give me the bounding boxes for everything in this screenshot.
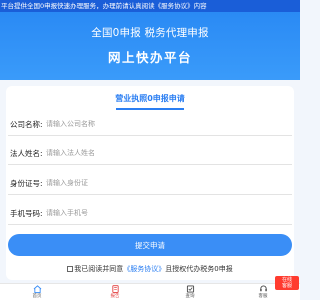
agree-suffix: 且授权代办税务0申报 <box>165 265 233 273</box>
application-form-card: 营业执照0申报申请 公司名称: 法人姓名: 身份证号: 手机号码: 提交申请 我… <box>6 86 294 280</box>
tab-query-label: 查询 <box>185 293 195 299</box>
agree-checkbox[interactable] <box>67 265 74 272</box>
agreement-line: 我已阅读并同意《服务协议》且授权代办税务0申报 <box>6 264 294 274</box>
tab-query[interactable]: 查询 <box>170 285 210 299</box>
id-number-label: 身份证号: <box>10 179 43 188</box>
query-icon <box>186 285 194 293</box>
agree-prefix: 我已阅读并同意 <box>74 265 124 273</box>
service-agreement-link[interactable]: 《服务协议》 <box>123 265 165 273</box>
phone-row: 手机号码: <box>8 201 292 225</box>
report-icon <box>111 285 119 293</box>
tab-customer-service-label: 客服 <box>258 293 268 299</box>
legal-person-row: 法人姓名: <box>8 141 292 165</box>
submit-button[interactable]: 提交申请 <box>8 234 292 256</box>
phone-label: 手机号码: <box>10 209 43 218</box>
form-title: 营业执照0申报申请 <box>115 94 185 103</box>
tab-home[interactable]: 首页 <box>17 285 57 299</box>
home-icon <box>33 285 41 293</box>
notice-marquee: 平台提供全国0申报快速办理服务，办理前请认真阅读《服务协议》内容 <box>0 0 300 12</box>
company-name-label: 公司名称: <box>10 120 43 129</box>
id-number-input[interactable] <box>46 174 246 192</box>
legal-person-input[interactable] <box>46 144 246 162</box>
badge-line2: 客服 <box>281 283 292 289</box>
tab-home-label: 首页 <box>32 293 42 299</box>
company-name-input[interactable] <box>46 115 246 133</box>
phone-input[interactable] <box>46 204 246 222</box>
hero-banner: 全国0申报 税务代理申报 网上快办平台 <box>0 12 300 80</box>
tab-report[interactable]: 报告 <box>95 285 135 299</box>
form-title-underline <box>116 108 184 110</box>
tab-report-label: 报告 <box>110 293 120 299</box>
customer-service-icon <box>259 285 267 292</box>
company-name-row: 公司名称: <box>8 112 292 136</box>
bottom-tabbar: 首页 报告 查询 客服 <box>0 283 300 300</box>
hero-title: 网上快办平台 <box>107 50 192 65</box>
id-number-row: 身份证号: <box>8 171 292 195</box>
online-service-badge[interactable]: 在线 客服 <box>275 276 299 290</box>
hero-subtitle: 全国0申报 税务代理申报 <box>91 27 209 39</box>
legal-person-label: 法人姓名: <box>10 149 43 158</box>
